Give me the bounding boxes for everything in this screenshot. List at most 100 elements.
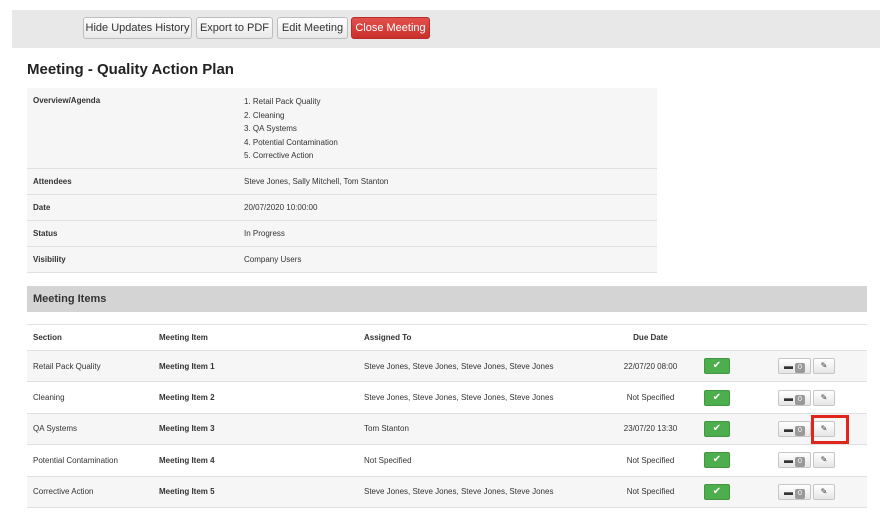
comment-count: 0 xyxy=(795,394,805,405)
table-row: Corrective Action Meeting Item 5 Steve J… xyxy=(27,476,867,508)
check-icon: ✔ xyxy=(712,391,722,403)
row-section: Retail Pack Quality xyxy=(27,350,153,383)
column-header-due-date: Due Date xyxy=(603,324,698,351)
row-assigned-to: Steve Jones, Steve Jones, Steve Jones, S… xyxy=(358,350,603,383)
edit-item-button[interactable]: ✎ xyxy=(813,358,835,375)
status-label: Status xyxy=(27,220,238,247)
complete-cell: ✔ xyxy=(698,444,753,477)
actions-cell: ▬ 0 ✎ xyxy=(753,476,867,508)
row-due-date: Not Specified xyxy=(603,476,698,508)
actions-cell: ▬ 0 ✎ xyxy=(753,413,867,446)
row-section: QA Systems xyxy=(27,413,153,446)
check-icon: ✔ xyxy=(712,454,722,466)
row-section: Corrective Action xyxy=(27,476,153,508)
row-meeting-item: Meeting Item 2 xyxy=(153,381,358,414)
row-assigned-to: Tom Stanton xyxy=(358,413,603,446)
comments-button[interactable]: ▬ 0 xyxy=(778,420,811,437)
column-header-actions xyxy=(753,324,867,351)
edit-icon: ✎ xyxy=(820,392,828,402)
date-label: Date xyxy=(27,194,238,221)
complete-button[interactable]: ✔ xyxy=(704,452,730,469)
row-meeting-item: Meeting Item 4 xyxy=(153,444,358,477)
agenda-item: 1. Retail Pack Quality xyxy=(244,97,321,106)
actions-cell: ▬ 0 ✎ xyxy=(753,444,867,477)
agenda-item: 3. QA Systems xyxy=(244,124,297,133)
comment-icon: ▬ xyxy=(784,392,794,403)
row-section: Potential Contamination xyxy=(27,444,153,477)
edit-item-button[interactable]: ✎ xyxy=(813,389,835,406)
comments-button[interactable]: ▬ 0 xyxy=(778,389,811,406)
comments-button[interactable]: ▬ 0 xyxy=(778,452,811,469)
complete-button[interactable]: ✔ xyxy=(704,358,730,375)
column-header-meeting-item: Meeting Item xyxy=(153,324,358,351)
agenda-item: 5. Corrective Action xyxy=(244,151,314,160)
check-icon: ✔ xyxy=(712,422,722,434)
column-header-assigned-to: Assigned To xyxy=(358,324,603,351)
row-section: Cleaning xyxy=(27,381,153,414)
close-meeting-button[interactable]: Close Meeting xyxy=(351,17,430,39)
table-row: Potential Contamination Meeting Item 4 N… xyxy=(27,444,867,477)
agenda-list: 1. Retail Pack Quality 2. Cleaning 3. QA… xyxy=(238,88,657,169)
agenda-item: 4. Potential Contamination xyxy=(244,137,338,147)
detail-row-attendees: Attendees Steve Jones, Sally Mitchell, T… xyxy=(27,168,657,195)
complete-button[interactable]: ✔ xyxy=(704,389,730,406)
complete-cell: ✔ xyxy=(698,476,753,508)
hide-updates-history-button[interactable]: Hide Updates History xyxy=(83,17,192,39)
row-meeting-item: Meeting Item 3 xyxy=(153,413,358,446)
column-header-section: Section xyxy=(27,324,153,351)
visibility-label: Visibility xyxy=(27,246,238,273)
highlight-box xyxy=(811,415,849,444)
check-icon: ✔ xyxy=(712,360,722,372)
attendees-value: Steve Jones, Sally Mitchell, Tom Stanton xyxy=(238,168,657,195)
comments-button[interactable]: ▬ 0 xyxy=(778,358,811,375)
complete-cell: ✔ xyxy=(698,413,753,446)
meeting-items-heading: Meeting Items xyxy=(33,293,107,305)
row-meeting-item: Meeting Item 1 xyxy=(153,350,358,383)
meeting-details-table: Overview/Agenda 1. Retail Pack Quality 2… xyxy=(27,88,657,273)
edit-item-button[interactable]: ✎ xyxy=(813,483,835,500)
row-due-date: 23/07/20 13:30 xyxy=(603,413,698,446)
actions-cell: ▬ 0 ✎ xyxy=(753,381,867,414)
column-header-complete xyxy=(698,324,753,351)
agenda-item: 2. Cleaning xyxy=(244,110,285,120)
meeting-items-table: Section Meeting Item Assigned To Due Dat… xyxy=(27,324,867,508)
attendees-label: Attendees xyxy=(27,168,238,195)
comment-count: 0 xyxy=(795,457,805,468)
detail-row-date: Date 20/07/2020 10:00:00 xyxy=(27,194,657,221)
comment-icon: ▬ xyxy=(784,455,794,466)
page-title: Meeting - Quality Action Plan xyxy=(27,61,234,78)
table-header-row: Section Meeting Item Assigned To Due Dat… xyxy=(27,324,867,351)
edit-item-button[interactable]: ✎ xyxy=(813,452,835,469)
complete-button[interactable]: ✔ xyxy=(704,483,730,500)
status-value: In Progress xyxy=(238,220,657,247)
edit-icon: ✎ xyxy=(820,455,828,465)
table-row: Retail Pack Quality Meeting Item 1 Steve… xyxy=(27,350,867,383)
comment-count: 0 xyxy=(795,488,805,499)
row-due-date: Not Specified xyxy=(603,444,698,477)
comment-count: 0 xyxy=(795,425,805,436)
actions-cell: ▬ 0 ✎ xyxy=(753,350,867,383)
comment-icon: ▬ xyxy=(784,361,794,372)
check-icon: ✔ xyxy=(712,485,722,497)
comments-button[interactable]: ▬ 0 xyxy=(778,483,811,500)
edit-icon: ✎ xyxy=(820,361,828,371)
detail-row-overview: Overview/Agenda 1. Retail Pack Quality 2… xyxy=(27,88,657,169)
complete-button[interactable]: ✔ xyxy=(704,420,730,437)
overview-label: Overview/Agenda xyxy=(27,88,238,169)
comment-count: 0 xyxy=(795,363,805,374)
date-value: 20/07/2020 10:00:00 xyxy=(238,194,657,221)
row-due-date: Not Specified xyxy=(603,381,698,414)
detail-row-status: Status In Progress xyxy=(27,220,657,247)
complete-cell: ✔ xyxy=(698,350,753,383)
table-row: QA Systems Meeting Item 3 Tom Stanton 23… xyxy=(27,413,867,446)
export-to-pdf-button[interactable]: Export to PDF xyxy=(196,17,273,39)
row-assigned-to: Not Specified xyxy=(358,444,603,477)
detail-row-visibility: Visibility Company Users xyxy=(27,246,657,273)
row-assigned-to: Steve Jones, Steve Jones, Steve Jones, S… xyxy=(358,476,603,508)
meeting-items-header: Meeting Items xyxy=(27,286,867,312)
edit-meeting-button[interactable]: Edit Meeting xyxy=(277,17,348,39)
row-assigned-to: Steve Jones, Steve Jones, Steve Jones, S… xyxy=(358,381,603,414)
visibility-value: Company Users xyxy=(238,246,657,273)
comment-icon: ▬ xyxy=(784,423,794,434)
complete-cell: ✔ xyxy=(698,381,753,414)
